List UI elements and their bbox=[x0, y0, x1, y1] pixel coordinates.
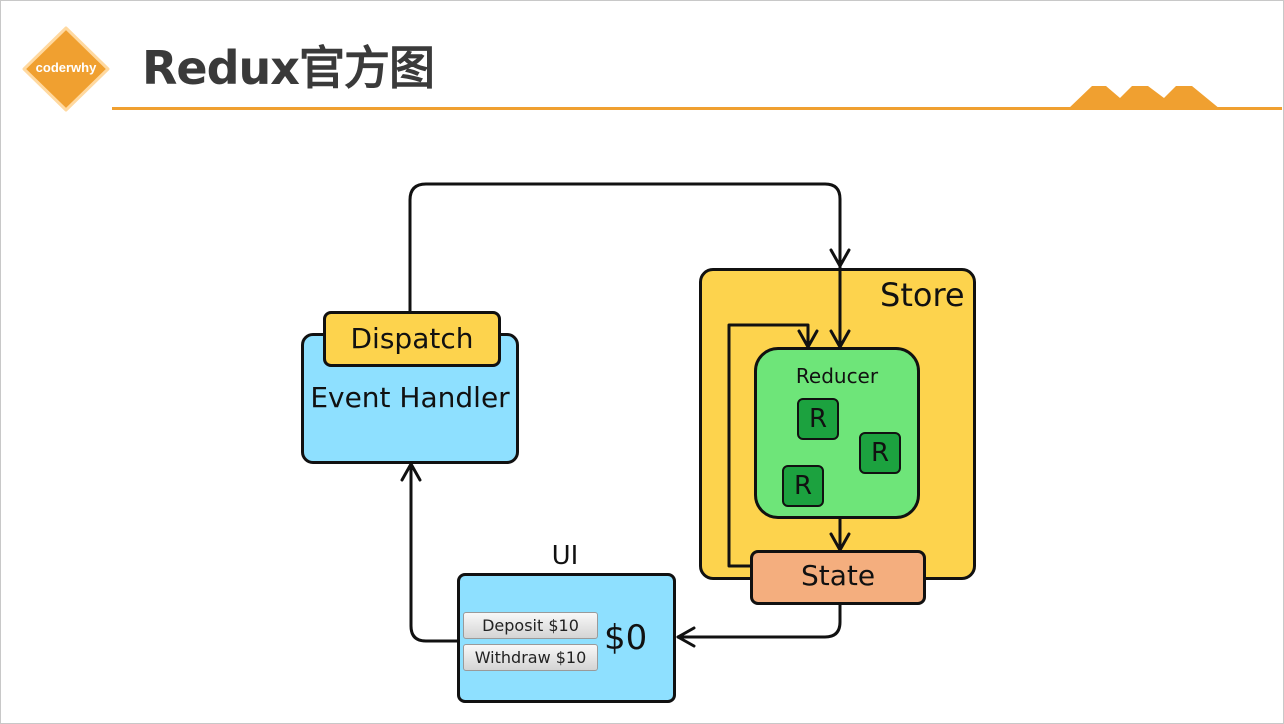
flow-arrows bbox=[400, 182, 851, 648]
ui-to-handler-arrow bbox=[409, 462, 459, 643]
state-to-ui-arrow bbox=[676, 603, 842, 639]
state-to-reducer-arrow bbox=[727, 323, 810, 568]
dispatch-to-reducer-arrow bbox=[408, 182, 842, 349]
